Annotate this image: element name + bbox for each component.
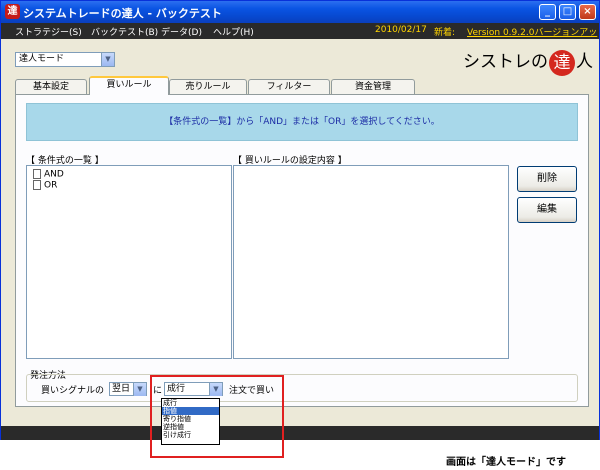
day-select-value: 翌日 <box>112 384 131 394</box>
instruction-banner: 【条件式の一覧】から「AND」または「OR」を選択してください。 <box>26 103 578 141</box>
brand-seal: 達 <box>549 49 575 76</box>
brand-prefix: シストレの <box>463 52 548 72</box>
menu-bar: ストラテジー(S) バックテスト(B) データ(D) ヘルプ(H) 2010/0… <box>1 23 599 39</box>
minimize-button[interactable]: _ <box>539 4 556 20</box>
window-title: システムトレードの達人 - バックテスト <box>23 7 222 20</box>
menu-data[interactable]: データ(D) <box>161 25 202 38</box>
brand-logo: シストレの達人 <box>463 47 593 76</box>
rule-detail-box[interactable] <box>233 165 509 359</box>
list-item[interactable]: AND <box>33 169 64 180</box>
tab-buy-rules[interactable]: 買いルール <box>89 76 169 95</box>
chevron-down-icon[interactable]: ▼ <box>133 383 146 396</box>
mode-select-value: 達人モード <box>19 54 65 64</box>
tab-sell-rules[interactable]: 売りルール <box>169 79 247 95</box>
status-bar <box>1 426 599 440</box>
menu-new-label: 新着: <box>434 28 456 38</box>
app-window: 達 システムトレードの達人 - バックテスト _ □ × ストラテジー(S) バ… <box>0 0 600 440</box>
app-icon: 達 <box>5 4 20 19</box>
document-icon <box>33 169 41 179</box>
list-item-label: OR <box>44 180 58 191</box>
document-icon <box>33 180 41 190</box>
delete-button[interactable]: 削除 <box>517 166 577 192</box>
order-method-group: 買いシグナルの 翌日 ▼ に 成行 ▼ 注文で買い <box>26 374 578 402</box>
day-select[interactable]: 翌日 ▼ <box>109 382 147 396</box>
highlight-frame <box>150 375 284 458</box>
mode-select[interactable]: 達人モード ▼ <box>15 52 115 67</box>
screen-caption: 画面は「達人モード」です <box>446 457 566 468</box>
tab-money-management[interactable]: 資金管理 <box>331 79 415 95</box>
menu-date: 2010/02/17 <box>375 25 427 35</box>
list-item-label: AND <box>44 169 64 180</box>
menu-help[interactable]: ヘルプ(H) <box>213 25 254 38</box>
condition-list[interactable]: AND OR <box>26 165 232 359</box>
menu-backtest[interactable]: バックテスト(B) <box>91 25 158 38</box>
title-bar[interactable]: 達 システムトレードの達人 - バックテスト _ □ × <box>1 1 599 23</box>
brand-suffix: 人 <box>576 52 593 72</box>
list-item[interactable]: OR <box>33 180 57 191</box>
signal-label: 買いシグナルの <box>41 386 105 396</box>
maximize-button[interactable]: □ <box>559 4 576 20</box>
version-link[interactable]: Version 0.9.2.0バージョンアッ <box>467 25 597 38</box>
chevron-down-icon[interactable]: ▼ <box>101 53 114 66</box>
tab-filter[interactable]: フィルター <box>248 79 330 95</box>
buy-rules-panel: 【条件式の一覧】から「AND」または「OR」を選択してください。 【 条件式の一… <box>15 94 589 407</box>
edit-button[interactable]: 編集 <box>517 197 577 223</box>
close-button[interactable]: × <box>579 4 596 20</box>
tab-basic-settings[interactable]: 基本設定 <box>15 79 87 95</box>
menu-strategy[interactable]: ストラテジー(S) <box>15 25 82 38</box>
